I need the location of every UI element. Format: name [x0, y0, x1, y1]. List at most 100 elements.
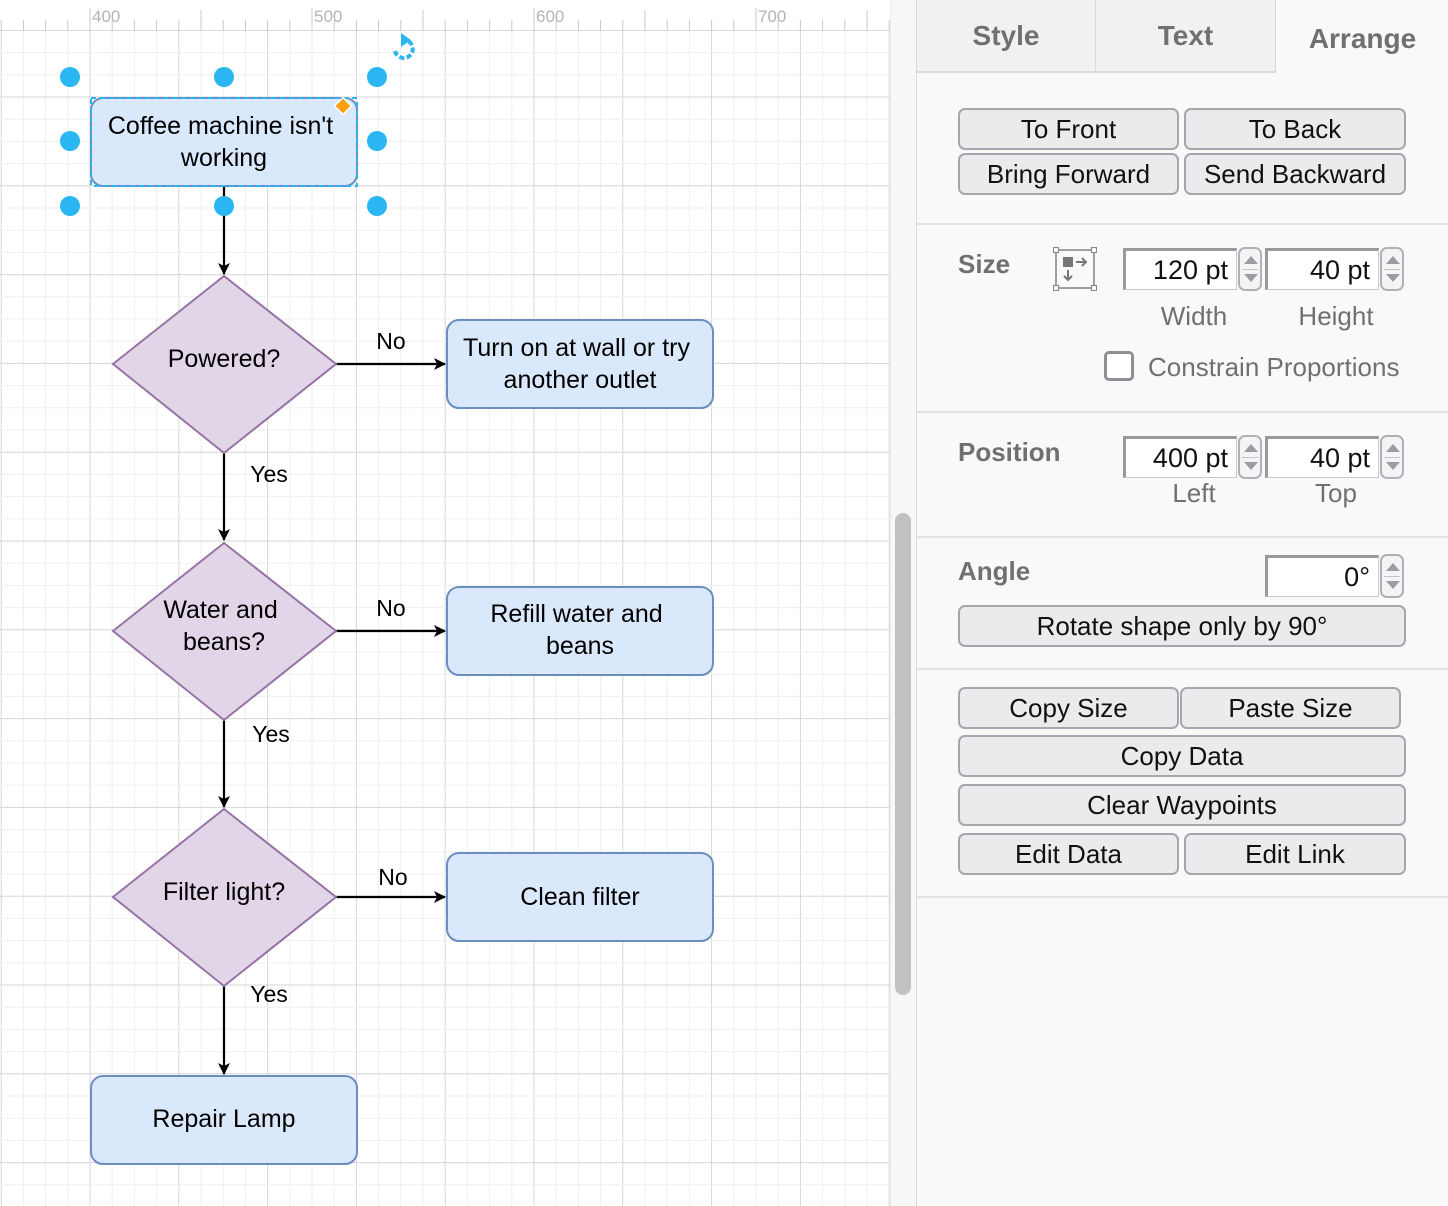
resize-handle-e[interactable] — [367, 131, 387, 151]
angle-label: Angle — [958, 556, 1031, 586]
clear-waypoints-button[interactable]: Clear Waypoints — [958, 784, 1406, 826]
paste-size-button[interactable]: Paste Size — [1180, 687, 1401, 729]
left-stepper[interactable] — [1238, 435, 1262, 479]
tab-arrange[interactable]: Arrange — [1276, 0, 1448, 73]
svg-text:Filter light?: Filter light? — [163, 878, 285, 906]
width-label: Width — [1160, 301, 1228, 331]
node-turn-on[interactable]: Turn on at wall or try another outlet — [446, 319, 714, 409]
node-label-line: beans? — [183, 628, 265, 656]
rotate-icon[interactable] — [393, 33, 415, 60]
rotate-90-button[interactable]: Rotate shape only by 90° — [958, 605, 1406, 647]
stepper-up-icon[interactable] — [1386, 563, 1400, 571]
panel-tabs: Style Text Arrange — [917, 0, 1448, 73]
size-section: Size 120 pt 40 pt Width Height Constrain… — [917, 225, 1448, 413]
resize-handle-nw[interactable] — [60, 67, 80, 87]
width-input[interactable]: 120 pt — [1123, 248, 1237, 290]
bring-forward-button[interactable]: Bring Forward — [958, 153, 1179, 195]
copy-size-button[interactable]: Copy Size — [958, 687, 1179, 729]
edge-water-refill[interactable]: No — [336, 595, 446, 637]
height-stepper[interactable] — [1380, 247, 1404, 291]
edit-data-button[interactable]: Edit Data — [958, 833, 1179, 875]
top-stepper[interactable] — [1380, 435, 1404, 479]
constrain-proportions-label[interactable]: Constrain Proportions — [1148, 352, 1399, 383]
stepper-up-icon[interactable] — [1244, 256, 1258, 264]
stepper-up-icon[interactable] — [1244, 444, 1258, 452]
vertical-scrollbar-thumb[interactable] — [895, 513, 911, 995]
node-water[interactable]: Water and beans? — [111, 541, 338, 722]
node-powered[interactable]: Powered? — [111, 274, 338, 455]
node-label-line: Turn on at wall or try — [463, 334, 690, 362]
node-repair[interactable]: Repair Lamp — [90, 1075, 358, 1165]
edge-filter-clean[interactable]: No — [336, 864, 446, 903]
resize-handle-se[interactable] — [367, 196, 387, 216]
svg-text:Powered?: Powered? — [168, 345, 281, 373]
tab-text[interactable]: Text — [1096, 0, 1276, 73]
node-refill[interactable]: Refill water and beans — [446, 586, 714, 676]
node-start[interactable]: Coffee machine isn't working — [90, 97, 358, 187]
svg-text:Repair Lamp: Repair Lamp — [152, 1105, 295, 1133]
stepper-down-icon[interactable] — [1386, 581, 1400, 589]
stepper-down-icon[interactable] — [1386, 462, 1400, 470]
resize-handle-sw[interactable] — [60, 196, 80, 216]
node-label-line: Repair Lamp — [152, 1105, 295, 1133]
stepper-down-icon[interactable] — [1244, 462, 1258, 470]
constrain-proportions-checkbox[interactable] — [1104, 351, 1134, 381]
angle-stepper[interactable] — [1380, 554, 1404, 598]
edge-label-yes: Yes — [250, 981, 288, 1007]
position-label: Position — [958, 437, 1061, 467]
height-input[interactable]: 40 pt — [1265, 248, 1379, 290]
left-label: Left — [1172, 478, 1216, 508]
resize-handle-s[interactable] — [214, 196, 234, 216]
resize-handle-w[interactable] — [60, 131, 80, 151]
edge-label-no: No — [378, 864, 407, 890]
node-label-line: beans — [546, 632, 614, 660]
ruler-tick-label: 600 — [536, 7, 564, 26]
width-stepper[interactable] — [1238, 247, 1262, 291]
send-backward-button[interactable]: Send Backward — [1184, 153, 1406, 195]
resize-handle-n[interactable] — [214, 67, 234, 87]
size-label: Size — [958, 249, 1011, 279]
edge-label-yes: Yes — [252, 721, 290, 747]
svg-text:Clean filter: Clean filter — [520, 883, 640, 911]
angle-input[interactable]: 0° — [1265, 555, 1379, 597]
edge-powered-turn-on[interactable]: No — [336, 328, 446, 370]
stepper-up-icon[interactable] — [1386, 256, 1400, 264]
stepper-down-icon[interactable] — [1244, 274, 1258, 282]
to-front-button[interactable]: To Front — [958, 108, 1179, 150]
angle-section: Angle 0° Rotate shape only by 90° — [917, 538, 1448, 670]
ruler-tick-label: 700 — [758, 7, 786, 26]
node-label-line: Powered? — [168, 345, 281, 373]
resize-handle-ne[interactable] — [367, 67, 387, 87]
height-label: Height — [1298, 301, 1374, 331]
edge-water-filter[interactable]: Yes — [218, 720, 290, 808]
horizontal-ruler: 400 500 600 700 — [0, 0, 890, 31]
top-input[interactable]: 40 pt — [1265, 436, 1379, 478]
node-label-line: Filter light? — [163, 878, 285, 906]
node-filter[interactable]: Filter light? — [111, 807, 338, 988]
node-label-line: Clean filter — [520, 883, 640, 911]
edge-powered-water[interactable]: Yes — [218, 453, 288, 541]
edge-filter-repair[interactable]: Yes — [218, 981, 288, 1075]
ruler-tick-label: 500 — [314, 7, 342, 26]
edge-label-yes: Yes — [250, 461, 288, 487]
diagram[interactable]: No Yes No Yes No Yes Coffee machine isn' — [0, 0, 890, 1206]
edit-link-button[interactable]: Edit Link — [1184, 833, 1406, 875]
order-section: To Front To Back Bring Forward Send Back… — [917, 73, 1448, 225]
to-back-button[interactable]: To Back — [1184, 108, 1406, 150]
node-label-line: another outlet — [504, 366, 657, 394]
format-panel: Style Text Arrange To Front To Back Brin… — [916, 0, 1448, 1206]
node-clean[interactable]: Clean filter — [446, 852, 714, 942]
copy-data-button[interactable]: Copy Data — [958, 735, 1406, 777]
stepper-up-icon[interactable] — [1386, 444, 1400, 452]
actions-section: Copy Size Paste Size Copy Data Clear Way… — [917, 670, 1448, 898]
autosize-icon[interactable] — [1052, 246, 1098, 292]
ruler-tick-label: 400 — [92, 7, 120, 26]
node-label-line: Water and — [163, 596, 277, 624]
top-label: Top — [1315, 478, 1357, 508]
tab-style[interactable]: Style — [917, 0, 1096, 73]
left-input[interactable]: 400 pt — [1123, 436, 1237, 478]
stepper-down-icon[interactable] — [1386, 274, 1400, 282]
edge-label-no: No — [376, 595, 405, 621]
canvas-area[interactable]: 400 500 600 700 No Yes No Yes No Yes Cof… — [0, 0, 916, 1206]
position-section: Position 400 pt 40 pt Left Top — [917, 413, 1448, 538]
